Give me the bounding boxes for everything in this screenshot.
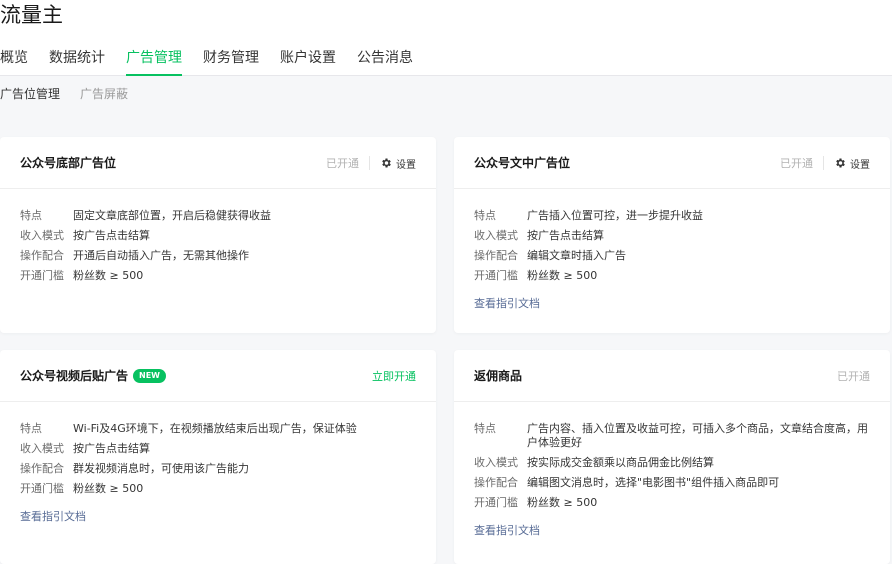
tab-announcements[interactable]: 公告消息 [357, 48, 413, 76]
info-row: 收入模式 按广告点击结算 [474, 229, 604, 242]
page-header: 流量主 概览 数据统计 广告管理 财务管理 账户设置 公告消息 [0, 0, 892, 76]
enable-now-link[interactable]: 立即开通 [372, 368, 416, 384]
card-title: 返佣商品 [474, 369, 523, 383]
info-row: 开通门槛 粉丝数 ≥ 500 [474, 269, 598, 282]
info-row: 操作配合 编辑文章时插入广告 [474, 249, 626, 262]
guide-doc-link[interactable]: 查看指引文档 [474, 522, 540, 538]
new-badge: NEW [133, 368, 166, 383]
divider [823, 156, 824, 170]
info-row: 特点 固定文章底部位置，开启后稳健获得收益 [20, 209, 271, 222]
card-header: 公众号底部广告位 已开通 设置 [0, 137, 436, 189]
app-title: 流量主 [0, 3, 63, 27]
info-row: 开通门槛 粉丝数 ≥ 500 [20, 269, 144, 282]
status-badge: 已开通 [837, 370, 870, 383]
info-row: 特点 广告内容、插入位置及收益可控，可插入多个商品，文章结合度高，用户体验更好 [474, 422, 868, 449]
info-row: 特点 Wi-Fi及4G环境下，在视频播放结束后出现广告，保证体验 [20, 422, 357, 435]
info-row: 操作配合 编辑图文消息时，选择"电影图书"组件插入商品即可 [474, 476, 780, 489]
card-title: 公众号视频后贴广告 [20, 369, 129, 383]
status-badge: 已开通 [780, 157, 813, 170]
tab-ad-management[interactable]: 广告管理 [126, 48, 182, 76]
gear-icon [836, 158, 845, 168]
gear-icon [382, 158, 391, 168]
sub-nav: 广告位管理 广告屏蔽 [0, 86, 148, 102]
settings-button[interactable]: 设置 [834, 156, 870, 171]
info-row: 操作配合 开通后自动插入广告，无需其他操作 [20, 249, 249, 262]
settings-button[interactable]: 设置 [380, 156, 416, 171]
guide-doc-link[interactable]: 查看指引文档 [474, 295, 540, 311]
card-header: 返佣商品 已开通 [454, 350, 890, 402]
info-row: 操作配合 群发视频消息时，可使用该广告能力 [20, 462, 249, 475]
card-bottom-ad: 公众号底部广告位 已开通 设置 特点 固定文章底部位置，开启后稳健获得收益 收入模… [0, 137, 436, 333]
tab-statistics[interactable]: 数据统计 [49, 48, 105, 76]
tab-overview[interactable]: 概览 [0, 48, 28, 76]
status-badge: 已开通 [326, 157, 359, 170]
info-row: 开通门槛 粉丝数 ≥ 500 [474, 496, 598, 509]
tab-finance[interactable]: 财务管理 [203, 48, 259, 76]
divider [369, 156, 370, 170]
subtab-ad-blocking[interactable]: 广告屏蔽 [80, 86, 128, 102]
info-row: 开通门槛 粉丝数 ≥ 500 [20, 482, 144, 495]
settings-label: 设置 [396, 159, 416, 171]
tab-account-settings[interactable]: 账户设置 [280, 48, 336, 76]
guide-doc-link[interactable]: 查看指引文档 [20, 508, 86, 524]
info-row: 特点 广告插入位置可控，进一步提升收益 [474, 209, 703, 222]
info-row: 收入模式 按广告点击结算 [20, 229, 150, 242]
card-title: 公众号底部广告位 [20, 156, 117, 170]
card-video-post-ad: 公众号视频后贴广告 NEW 立即开通 特点 Wi-Fi及4G环境下，在视频播放结束… [0, 350, 436, 564]
card-title: 公众号文中广告位 [474, 156, 571, 170]
main-nav: 概览 数据统计 广告管理 财务管理 账户设置 公告消息 [0, 48, 434, 76]
card-header: 公众号文中广告位 已开通 设置 [454, 137, 890, 189]
settings-label: 设置 [850, 159, 870, 171]
card-header: 公众号视频后贴广告 NEW 立即开通 [0, 350, 436, 402]
info-row: 收入模式 按实际成交金额乘以商品佣金比例结算 [474, 456, 714, 469]
card-in-article-ad: 公众号文中广告位 已开通 设置 特点 广告插入位置可控，进一步提升收益 收入模式按… [454, 137, 890, 333]
subtab-ad-slots[interactable]: 广告位管理 [0, 86, 60, 102]
info-row: 收入模式 按广告点击结算 [20, 442, 150, 455]
card-commission-goods: 返佣商品 已开通 特点 广告内容、插入位置及收益可控，可插入多个商品，文章结合度高… [454, 350, 890, 564]
